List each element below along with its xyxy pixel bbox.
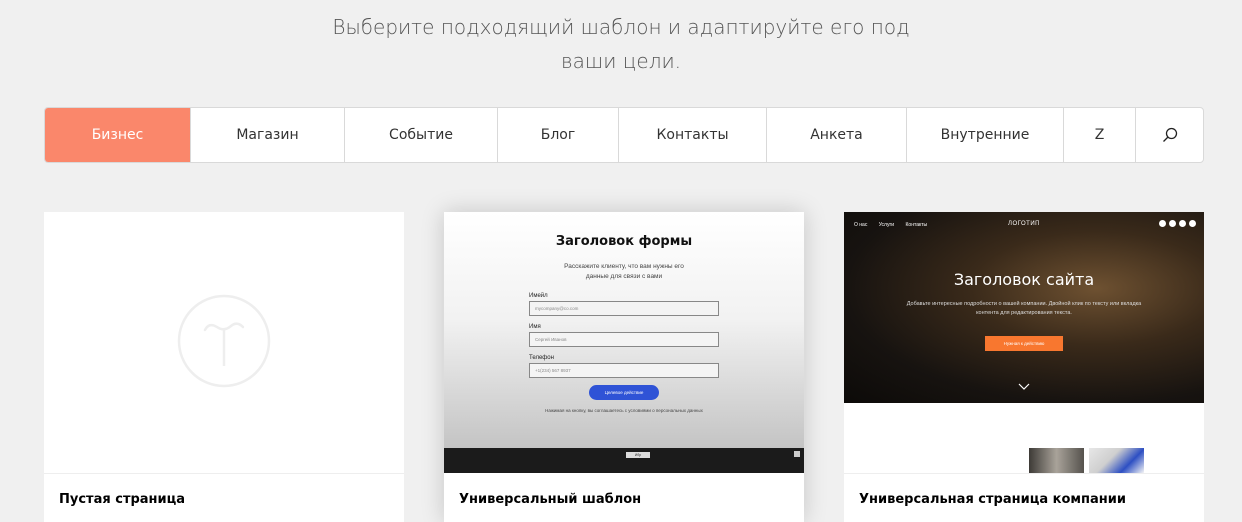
search-button[interactable] (1136, 108, 1203, 162)
field-input: mycompany@co.com (529, 301, 719, 316)
hero-subtitle-line: Добавьте интересные подробности о вашей … (906, 301, 1142, 307)
vk-icon (1179, 220, 1186, 227)
field-label: Имя (529, 324, 541, 330)
tab-business[interactable]: Бизнес (45, 108, 191, 162)
form-description: Расскажите клиенту, что вам нужны его да… (444, 262, 804, 282)
form-description-line: данные для связи с вами (585, 273, 663, 280)
form-submit-button: Целевое действие (589, 385, 659, 400)
tab-survey[interactable]: Анкета (767, 108, 907, 162)
hero-subtitle-line: контента для редактирования текста. (976, 310, 1072, 316)
card-divider (844, 473, 1204, 474)
template-title: Универсальная страница компании (859, 492, 1126, 507)
form-note: Нажимая на кнопку, вы соглашаетесь с усл… (545, 408, 703, 413)
preview-bar-square (794, 451, 800, 457)
hero-preview: О нас Услуги Контакты ЛОГОТИП Заголовок … (844, 212, 1204, 403)
category-tabs: Бизнес Магазин Событие Блог Контакты Анк… (44, 107, 1204, 163)
search-icon (1162, 127, 1177, 142)
tab-shop[interactable]: Магазин (191, 108, 345, 162)
tab-z[interactable]: Z (1064, 108, 1136, 162)
preview-photo (1089, 448, 1144, 473)
form-description-line: Расскажите клиенту, что вам нужны его (564, 263, 684, 270)
tab-event[interactable]: Событие (345, 108, 498, 162)
template-preview (44, 212, 404, 473)
field-input: Сергей Иванов (529, 332, 719, 347)
hero-subtitle: Добавьте интересные подробности о вашей … (904, 300, 1144, 318)
template-card-universal[interactable]: Заголовок формы Расскажите клиенту, что … (444, 212, 804, 522)
tab-internal[interactable]: Внутренние (907, 108, 1064, 162)
field-label: Имейл (529, 293, 548, 299)
preview-bar-label: Ибр (626, 452, 650, 458)
template-title: Пустая страница (59, 492, 186, 507)
hero-logo: ЛОГОТИП (1008, 221, 1040, 227)
template-preview: Заголовок формы Расскажите клиенту, что … (444, 212, 804, 473)
facebook-icon (1159, 220, 1166, 227)
tilda-logo-icon (177, 294, 271, 388)
template-title: Универсальный шаблон (459, 492, 642, 507)
intro-line-1: Выберите подходящий шаблон и адаптируйте… (332, 15, 910, 39)
twitter-icon (1169, 220, 1176, 227)
intro-line-2: ваши цели. (560, 49, 682, 73)
template-card-blank[interactable]: Пустая страница (44, 212, 404, 522)
preview-photo (1029, 448, 1084, 473)
hero-cta-button: Нужная к действию (985, 336, 1063, 351)
form-preview: Заголовок формы Расскажите клиенту, что … (444, 212, 804, 448)
field-input: +1(234) 567 8937 (529, 363, 719, 378)
social-icons (1159, 220, 1196, 227)
field-label: Телефон (529, 355, 554, 361)
template-preview: О нас Услуги Контакты ЛОГОТИП Заголовок … (844, 212, 1204, 473)
card-divider (44, 473, 404, 474)
form-heading: Заголовок формы (555, 234, 693, 249)
preview-bottom-bar: Ибр (444, 448, 804, 473)
tab-contacts[interactable]: Контакты (619, 108, 767, 162)
chevron-down-icon (1018, 383, 1030, 390)
intro-text: Выберите подходящий шаблон и адаптируйте… (0, 10, 1242, 78)
template-card-company[interactable]: О нас Услуги Контакты ЛОГОТИП Заголовок … (844, 212, 1204, 522)
hero-heading: Заголовок сайта (953, 270, 1095, 289)
youtube-icon (1189, 220, 1196, 227)
tab-blog[interactable]: Блог (498, 108, 619, 162)
